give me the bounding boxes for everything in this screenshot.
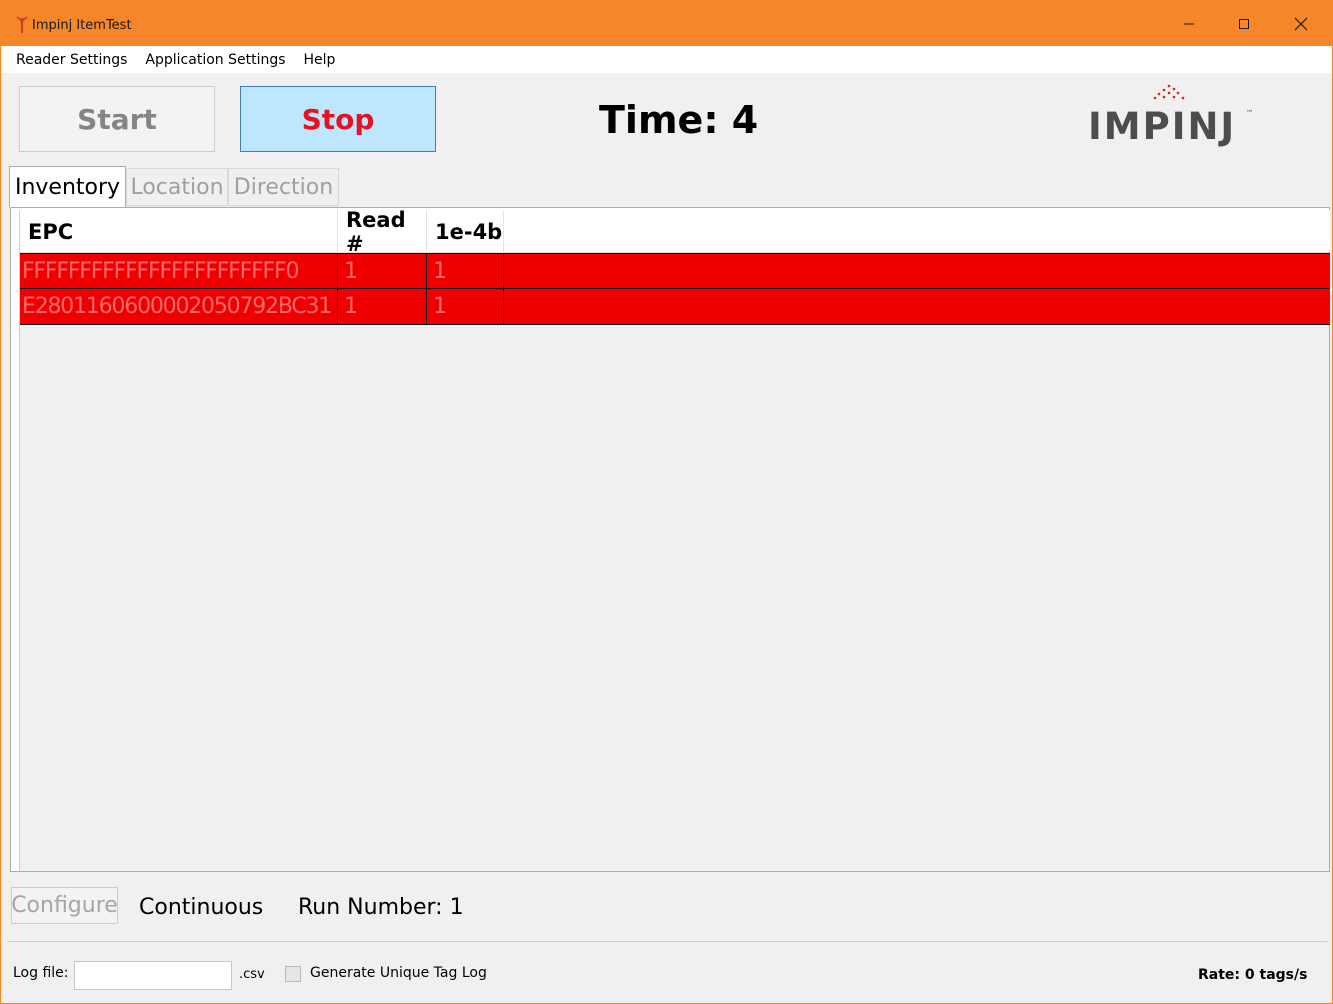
minimize-button[interactable] bbox=[1161, 1, 1217, 46]
tag-grid[interactable]: EPC Read # 1e-4b FFFFFFFFFFFFFFFFFFFFFFF… bbox=[19, 208, 1330, 871]
cell-1e-4b: 1 bbox=[427, 289, 504, 324]
menu-application-settings[interactable]: Application Settings bbox=[136, 52, 294, 68]
close-icon bbox=[1294, 17, 1308, 30]
column-header-read-count[interactable]: Read # bbox=[338, 208, 427, 256]
maximize-button[interactable] bbox=[1216, 1, 1272, 46]
table-row[interactable]: FFFFFFFFFFFFFFFFFFFFFFF0 1 1 bbox=[20, 253, 1330, 289]
divider bbox=[7, 941, 1327, 942]
tab-location[interactable]: Location bbox=[126, 168, 228, 206]
log-file-input[interactable] bbox=[74, 961, 232, 990]
csv-suffix-label: .csv bbox=[239, 967, 265, 982]
log-file-label: Log file: bbox=[13, 965, 69, 981]
menu-help[interactable]: Help bbox=[295, 52, 345, 68]
cell-epc: E2801160600002050792BC31 bbox=[20, 289, 338, 324]
run-number-label: Run Number: 1 bbox=[298, 895, 464, 920]
logo-text: IMPINJ bbox=[1088, 105, 1237, 148]
minimize-icon bbox=[1184, 23, 1194, 24]
title-bar[interactable]: Impinj ItemTest bbox=[1, 1, 1332, 46]
unique-tag-log-label[interactable]: Generate Unique Tag Log bbox=[310, 965, 487, 981]
grid-header: EPC Read # 1e-4b bbox=[20, 208, 1330, 256]
stop-button[interactable]: Stop bbox=[240, 86, 436, 152]
cell-1e-4b: 1 bbox=[427, 254, 504, 289]
cell-read-count: 1 bbox=[338, 254, 427, 289]
elapsed-time: Time: 4 bbox=[599, 98, 759, 142]
menu-reader-settings[interactable]: Reader Settings bbox=[7, 52, 136, 68]
logo-trademark: ™ bbox=[1246, 109, 1253, 117]
read-rate: Rate: 0 tags/s bbox=[1198, 967, 1308, 983]
cell-read-count: 1 bbox=[338, 289, 427, 324]
impinj-logo: IMPINJ ™ bbox=[1088, 83, 1258, 149]
start-button[interactable]: Start bbox=[19, 86, 215, 152]
app-window: Impinj ItemTest Reader Settings Applicat… bbox=[0, 0, 1333, 1004]
cell-epc: FFFFFFFFFFFFFFFFFFFFFFF0 bbox=[20, 254, 338, 289]
configure-button[interactable]: Configure bbox=[11, 887, 118, 924]
antenna-icon bbox=[16, 16, 28, 33]
mode-label: Continuous bbox=[139, 895, 264, 920]
close-button[interactable] bbox=[1273, 1, 1329, 46]
unique-tag-log-checkbox[interactable] bbox=[285, 966, 301, 982]
table-row[interactable]: E2801160600002050792BC31 1 1 bbox=[20, 289, 1330, 325]
tab-inventory[interactable]: Inventory bbox=[9, 166, 126, 207]
column-header-epc[interactable]: EPC bbox=[20, 210, 338, 253]
tab-direction[interactable]: Direction bbox=[228, 168, 339, 206]
column-header-1e-4b[interactable]: 1e-4b bbox=[427, 210, 504, 253]
inventory-panel: EPC Read # 1e-4b FFFFFFFFFFFFFFFFFFFFFFF… bbox=[10, 207, 1330, 872]
window-title: Impinj ItemTest bbox=[32, 18, 132, 33]
maximize-icon bbox=[1239, 18, 1249, 29]
menu-bar: Reader Settings Application Settings Hel… bbox=[1, 46, 1332, 73]
